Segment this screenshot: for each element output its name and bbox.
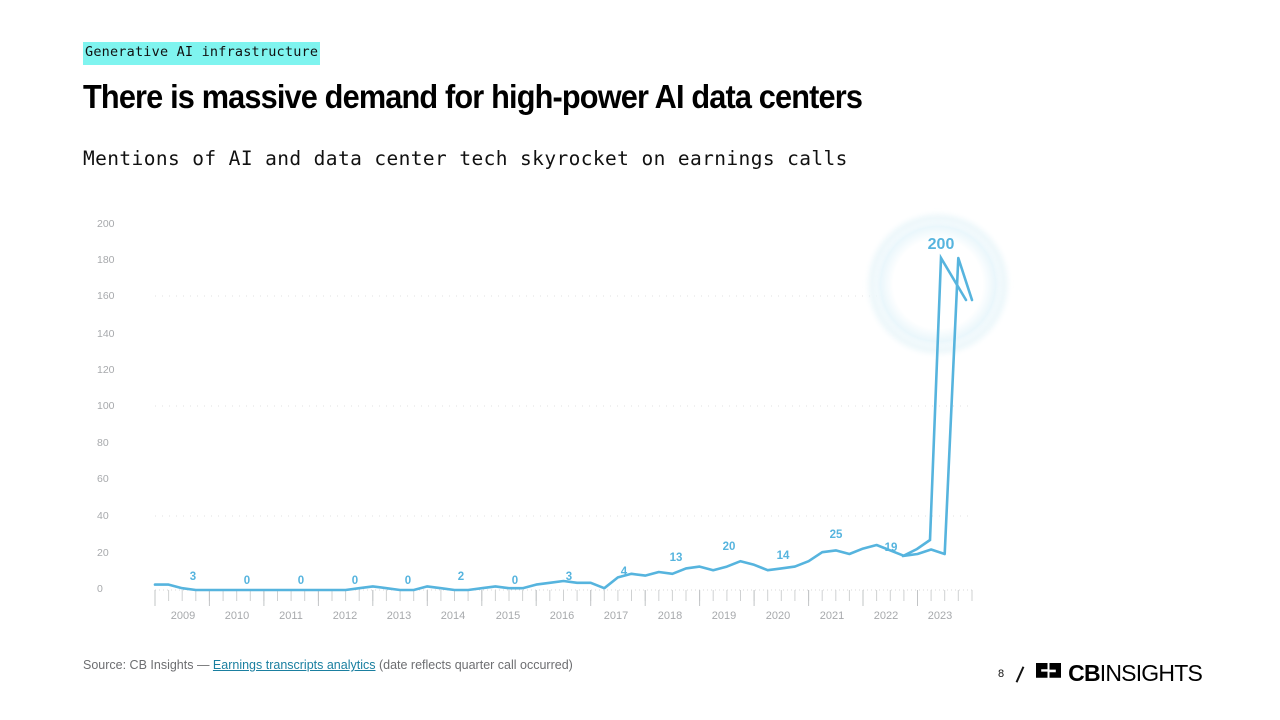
svg-text:2020: 2020: [766, 610, 790, 622]
cb-insights-logo: CBINSIGHTS: [1036, 660, 1203, 687]
svg-text:2022: 2022: [874, 610, 898, 622]
eyebrow-tag-wrap: Generative AI infrastructure: [83, 42, 321, 65]
svg-text:0: 0: [352, 575, 358, 587]
x-axis-labels: 2009 2010 2011 2012 2013 2014 2015 2016 …: [171, 610, 952, 622]
page-number: 8: [998, 667, 1005, 680]
svg-text:80: 80: [97, 437, 109, 449]
svg-text:2014: 2014: [441, 610, 465, 622]
svg-text:2: 2: [458, 571, 464, 583]
data-series-peak: [901, 253, 968, 558]
svg-text:4: 4: [621, 566, 628, 578]
svg-text:0: 0: [298, 575, 304, 587]
svg-text:0: 0: [405, 575, 411, 587]
source-suffix: (date reflects quarter call occurred): [375, 658, 573, 672]
data-series-line: [153, 256, 974, 592]
svg-text:25: 25: [830, 529, 843, 541]
cb-insights-mark-icon: [1036, 663, 1062, 684]
svg-text:120: 120: [97, 364, 115, 376]
gridlines: [155, 295, 972, 517]
source-link[interactable]: Earnings transcripts analytics: [213, 658, 376, 672]
svg-text:3: 3: [566, 571, 572, 583]
category-tag: Generative AI infrastructure: [83, 42, 321, 65]
y-axis-labels: 200 180 160 140 120 100 80 60 40 20 0: [97, 218, 115, 595]
data-point-labels: 3 0 0 0 0 2 0 3 4 13 20 14 25 19 200: [190, 236, 955, 587]
svg-text:2012: 2012: [333, 610, 357, 622]
peak-highlight-glow: [866, 212, 1010, 356]
svg-text:2009: 2009: [171, 610, 195, 622]
svg-text:2011: 2011: [279, 610, 303, 622]
source-prefix: Source: CB Insights —: [83, 658, 213, 672]
svg-text:0: 0: [512, 575, 518, 587]
source-note: Source: CB Insights — Earnings transcrip…: [83, 658, 573, 672]
svg-text:2017: 2017: [604, 610, 628, 622]
svg-text:2010: 2010: [225, 610, 249, 622]
svg-text:2023: 2023: [928, 610, 952, 622]
svg-text:180: 180: [97, 254, 115, 266]
svg-text:100: 100: [97, 400, 115, 412]
svg-text:2016: 2016: [550, 610, 574, 622]
svg-text:2018: 2018: [658, 610, 682, 622]
svg-text:19: 19: [885, 542, 898, 554]
svg-text:0: 0: [244, 575, 250, 587]
slash-divider-icon: [1013, 665, 1027, 683]
page-subtitle: Mentions of AI and data center tech skyr…: [83, 147, 848, 170]
x-axis-major-ticks: [154, 590, 918, 606]
svg-text:20: 20: [97, 547, 109, 559]
svg-text:200: 200: [928, 236, 955, 253]
svg-text:200: 200: [97, 218, 115, 230]
svg-text:40: 40: [97, 510, 109, 522]
brand-bold: CB: [1068, 660, 1100, 686]
page-title: There is massive demand for high-power A…: [83, 78, 863, 115]
svg-text:2015: 2015: [496, 610, 520, 622]
svg-text:13: 13: [670, 552, 683, 564]
svg-text:2013: 2013: [387, 610, 411, 622]
svg-text:140: 140: [97, 328, 115, 340]
cb-insights-wordmark: CBINSIGHTS: [1068, 660, 1203, 687]
svg-text:20: 20: [723, 541, 736, 553]
brand-light: INSIGHTS: [1099, 660, 1203, 686]
svg-text:0: 0: [97, 583, 103, 595]
svg-text:60: 60: [97, 473, 109, 485]
page-footer-mark: 8 CBINSIGHTS: [998, 660, 1203, 687]
peak-highlight-ring: [868, 214, 1008, 354]
svg-text:2019: 2019: [712, 610, 736, 622]
svg-text:160: 160: [97, 290, 115, 302]
svg-text:3: 3: [190, 571, 196, 583]
x-axis-minor-ticks: [154, 590, 973, 601]
svg-text:2021: 2021: [820, 610, 844, 622]
svg-text:14: 14: [777, 550, 790, 562]
